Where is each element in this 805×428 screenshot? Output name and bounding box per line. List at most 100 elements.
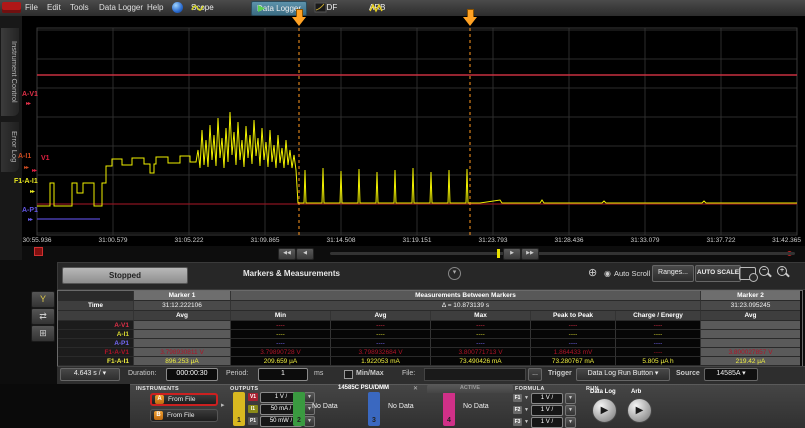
marker1-handle[interactable]	[292, 9, 306, 26]
col-avg-m1: Avg	[134, 311, 231, 321]
marker-target-icon[interactable]: ⊕	[588, 266, 597, 279]
file-tab-title[interactable]: 14585C PSU/DMM	[338, 385, 410, 391]
sine-icon	[191, 3, 204, 13]
table-row: A-V1 ---- ---- ---- ---- ----	[58, 321, 802, 330]
col-avg: Avg	[331, 311, 431, 321]
minmax-checkbox[interactable]	[344, 370, 353, 379]
scroll-step-fwd-button[interactable]: ▶▶	[521, 248, 539, 260]
channel2-bar[interactable]: 2	[293, 392, 305, 426]
benchvue-icon[interactable]	[172, 2, 183, 13]
marker2-header: Marker 2	[701, 291, 800, 301]
f3-badge: F3	[513, 418, 522, 426]
menu-edit[interactable]: Edit	[47, 3, 61, 12]
col-charge: Charge / Energy	[616, 311, 701, 321]
trace-label-ai1: A-I1	[18, 153, 31, 160]
zoom-in-icon[interactable]: +	[777, 266, 789, 278]
duration-label: Duration:	[128, 370, 156, 377]
duration-field[interactable]: 000:00:30	[166, 368, 218, 381]
f2-range-dropdown-icon[interactable]: ▼	[565, 405, 576, 416]
scroll-step-back-button[interactable]: ◀◀	[278, 248, 296, 260]
col-min: Min	[231, 311, 331, 321]
sidebar-tab-error-log[interactable]: Error Log	[1, 122, 19, 172]
scroll-fwd-button[interactable]: ▶	[503, 248, 521, 260]
menu-tools[interactable]: Tools	[70, 3, 89, 12]
instrument-a-button[interactable]: A From File	[150, 393, 218, 406]
tab-arb[interactable]: ARB	[364, 1, 390, 14]
formula-f1-row: F1 ▼ 1 V / ▼	[513, 393, 576, 403]
x-tick: 31:28.436	[539, 237, 599, 244]
source-dropdown[interactable]: 14585A ▾	[704, 368, 758, 381]
x-tick: 31:14.508	[311, 237, 371, 244]
between-markers-header: Measurements Between Markers	[231, 291, 701, 301]
menu-file[interactable]: File	[25, 3, 38, 12]
instrument-b-button[interactable]: B From File	[150, 409, 218, 422]
trigger-dropdown[interactable]: Data Log Run Button ▾	[576, 368, 670, 381]
period-unit: ms	[314, 370, 323, 377]
scroll-back-button[interactable]: ◀	[296, 248, 314, 260]
p1-range-dropdown-icon[interactable]: ▼	[304, 416, 315, 427]
marker2-handle[interactable]	[463, 9, 477, 26]
trace-label-v1: V1	[41, 155, 50, 162]
f2-dropdown-icon[interactable]: ▼	[524, 407, 529, 413]
measurements-dropdown-icon[interactable]: ▾	[448, 267, 461, 280]
sidebar-tab-instrument-control[interactable]: Instrument Control	[1, 28, 19, 116]
formula-f2-row: F2 ▼ 1 V / ▼	[513, 405, 576, 415]
timebase-dropdown[interactable]: 4.643 s / ▾	[60, 368, 120, 381]
trace-arrow-f1ai1-icon: ▸▸	[30, 188, 34, 195]
f2-range-field[interactable]: 1 V /	[531, 405, 563, 416]
auto-scale-button[interactable]: AUTO SCALE	[695, 265, 741, 282]
marker-tool-icon[interactable]: Y	[31, 291, 55, 308]
f1-badge: F1	[513, 394, 522, 402]
f1-dropdown-icon[interactable]: ▼	[524, 395, 529, 401]
trace-label-av1: A-V1	[22, 91, 38, 98]
arb-run-button[interactable]: ▶	[627, 398, 652, 423]
menu-help[interactable]: Help	[147, 3, 163, 12]
v1-range-dropdown-icon[interactable]: ▼	[304, 392, 315, 403]
x-tick: 31:42.365	[741, 237, 801, 244]
f3-range-dropdown-icon[interactable]: ▼	[565, 417, 576, 428]
f3-dropdown-icon[interactable]: ▼	[524, 419, 529, 425]
x-tick: 31:05.222	[159, 237, 219, 244]
menu-data-logger[interactable]: Data Logger	[99, 3, 143, 12]
period-field[interactable]: 1	[258, 368, 308, 381]
marker1-time: 31:12.222106	[134, 301, 231, 311]
v1-badge: V1	[248, 393, 258, 401]
auto-scroll-toggle[interactable]: Auto Scroll	[614, 269, 650, 278]
x-tick: 31:33.079	[615, 237, 675, 244]
trace-arrow-ai1-icon: ▸▸	[24, 164, 28, 171]
f3-range-field[interactable]: 1 V /	[531, 417, 563, 428]
marker1-header: Marker 1	[134, 291, 231, 301]
ranges-button[interactable]: Ranges...	[652, 265, 694, 282]
tab-scope[interactable]: Scope	[186, 1, 219, 14]
zoom-out-icon[interactable]: −	[759, 266, 771, 278]
datalog-run-button[interactable]: ▶	[592, 398, 617, 423]
scrollbar-track[interactable]	[330, 252, 795, 255]
table-row: F1-A-V1 3.798930811 V 3.79890728 V 3.798…	[58, 348, 802, 357]
minmax-label: Min/Max	[356, 370, 384, 377]
auto-scroll-icon: ◉	[604, 269, 611, 278]
markers-measurements-tab[interactable]: Markers & Measurements	[243, 269, 340, 278]
channel4-bar[interactable]: 4	[443, 392, 455, 426]
time-header: Time	[58, 301, 134, 311]
trace-arrow-ap1-icon: ▸▸	[28, 216, 32, 223]
col-max: Max	[431, 311, 531, 321]
grid-tool-icon[interactable]: ⊞	[31, 325, 55, 342]
trace-label-f1ai1: F1-A-I1	[14, 178, 38, 185]
expander-icon[interactable]: ▸	[221, 401, 225, 409]
formula-header: FORMULA	[515, 386, 545, 392]
f1-range-dropdown-icon[interactable]: ▼	[565, 393, 576, 404]
file-field[interactable]	[424, 368, 526, 381]
channel3-bar[interactable]: 3	[368, 392, 380, 426]
f1-range-field[interactable]: 1 V /	[531, 393, 563, 404]
screenshot-icon[interactable]	[739, 267, 756, 280]
p1-badge: P1	[248, 417, 258, 425]
browse-button[interactable]: ...	[528, 368, 542, 381]
x-tick: 31:23.793	[463, 237, 523, 244]
scrollbar-position-marker[interactable]	[497, 249, 500, 258]
stopped-button[interactable]: Stopped	[62, 267, 188, 284]
active-tab[interactable]: ACTIVE	[427, 384, 513, 393]
tab-ccdf[interactable]: CCDF	[310, 1, 342, 14]
file-tab-close-icon[interactable]: ✕	[413, 385, 418, 392]
channel1-bar[interactable]: 1	[233, 392, 245, 426]
span-tool-icon[interactable]: ⇄	[31, 308, 55, 325]
